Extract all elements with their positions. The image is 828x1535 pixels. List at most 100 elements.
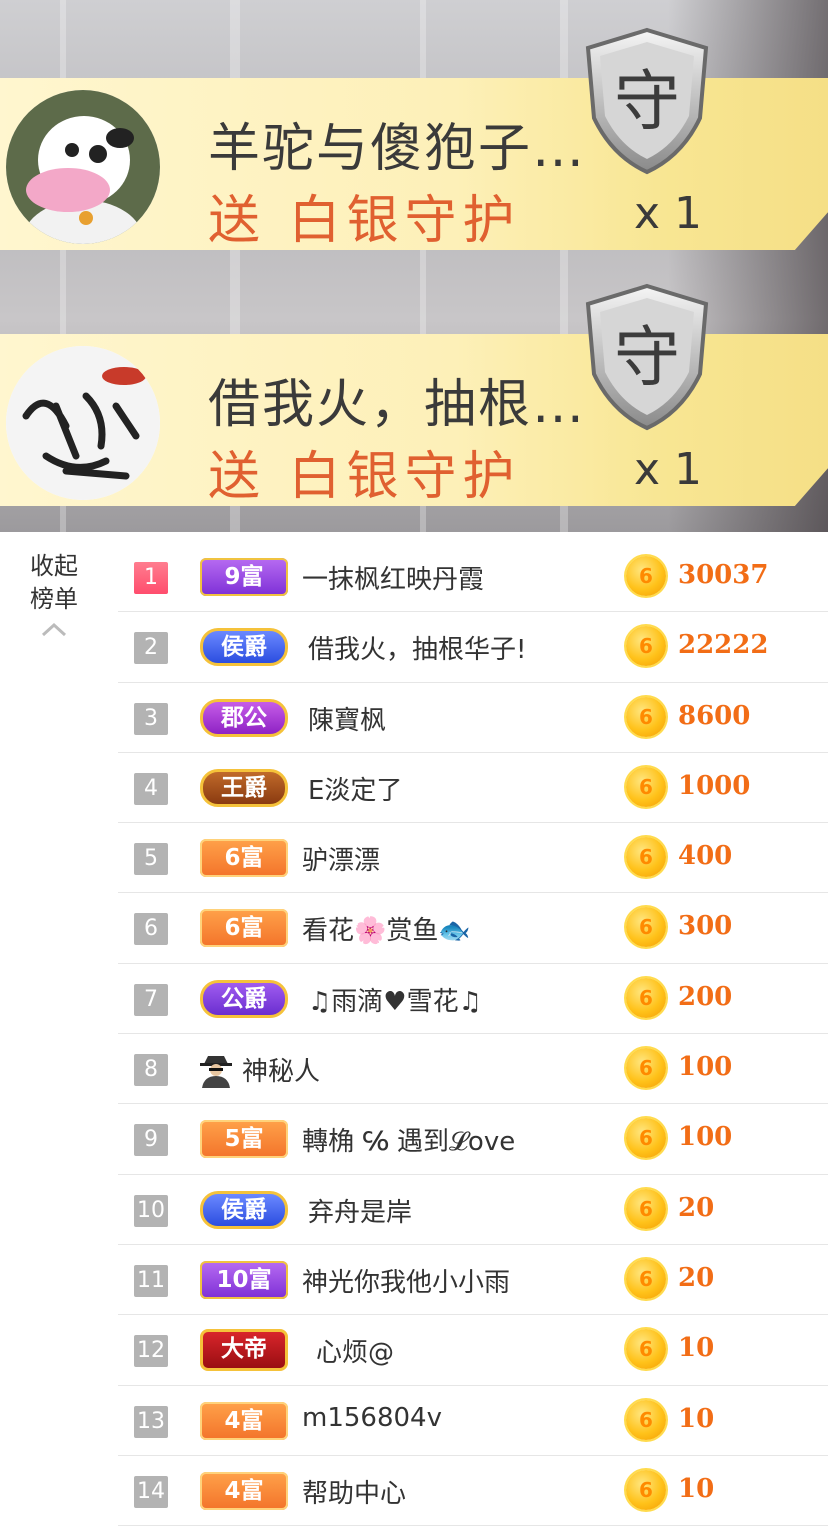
rank-number: 10 <box>134 1194 168 1227</box>
gift-description: 送 白银守护 <box>208 447 521 507</box>
rank-number: 5 <box>134 843 168 876</box>
coin-icon: 6 <box>626 1048 666 1089</box>
user-nickname[interactable]: 看花🌸赏鱼🐟 <box>302 910 471 947</box>
coin-icon: 6 <box>626 696 666 737</box>
ranking-row[interactable]: 10 侯爵 弃舟是岸 6 20 <box>118 1175 828 1245</box>
noble-badge: 公爵 <box>200 979 288 1018</box>
calligraphy-avatar[interactable] <box>6 346 160 500</box>
rank-number: 8 <box>134 1054 168 1087</box>
user-nickname[interactable]: m156804v <box>302 1403 442 1433</box>
rank-number: 13 <box>134 1405 168 1438</box>
silver-guard-shield-icon: 守 <box>585 283 709 431</box>
coin-icon: 6 <box>626 1118 666 1159</box>
wealth-level-badge: 4富 <box>200 1471 288 1510</box>
contribution-amount: 100 <box>678 1122 733 1153</box>
user-nickname[interactable]: ♫雨滴♥雪花♫ <box>308 981 482 1018</box>
coin-icon: 6 <box>626 1469 666 1510</box>
wealth-level-badge: 4富 <box>200 1401 288 1440</box>
coin-glyph: 6 <box>639 1056 653 1081</box>
coin-glyph: 6 <box>639 774 653 799</box>
user-nickname[interactable]: 陳寶枫 <box>308 700 386 737</box>
gift-count: x 1 <box>634 444 703 495</box>
ranking-row[interactable]: 14 4富 帮助中心 6 10 <box>118 1456 828 1527</box>
ranking-row[interactable]: 1 9富 一抹枫红映丹霞 6 30037 <box>118 542 828 613</box>
rank-number: 12 <box>134 1335 168 1368</box>
user-nickname[interactable]: E淡定了 <box>308 770 402 807</box>
coin-icon: 6 <box>626 1399 666 1440</box>
noble-badge: 侯爵 <box>200 628 288 667</box>
user-nickname[interactable]: 一抹枫红映丹霞 <box>302 559 484 596</box>
contribution-amount: 8600 <box>678 700 751 731</box>
cartoon-cow-avatar[interactable] <box>6 90 160 244</box>
coin-icon: 6 <box>626 977 666 1018</box>
user-nickname[interactable]: 心烦@ <box>316 1332 394 1369</box>
ranking-list: 1 9富 一抹枫红映丹霞 6 30037 2 侯爵 借我火，抽根华子! 6 22222 3 郡公 陳寶枫… <box>118 542 828 1527</box>
ranking-row[interactable]: 13 4富 m156804v 6 10 <box>118 1386 828 1456</box>
coin-glyph: 6 <box>639 1266 653 1291</box>
coin-icon: 6 <box>626 1258 666 1299</box>
rank-number: 2 <box>134 632 168 665</box>
coin-glyph: 6 <box>639 634 653 659</box>
coin-glyph: 6 <box>639 1126 653 1151</box>
noble-badge: 郡公 <box>200 698 288 737</box>
coin-glyph: 6 <box>639 1477 653 1502</box>
gift-sender-name: 羊驼与傻狍子… <box>208 119 587 179</box>
collapse-ranking-button[interactable]: 收起 榜单 <box>0 550 108 638</box>
ranking-row[interactable]: 5 6富 驴漂漂 6 400 <box>118 823 828 894</box>
coin-glyph: 6 <box>639 915 653 940</box>
user-nickname[interactable]: 神光你我他小小雨 <box>302 1262 510 1299</box>
coin-icon: 6 <box>626 626 666 667</box>
coin-glyph: 6 <box>639 704 653 729</box>
mystery-user-icon <box>200 1056 232 1089</box>
coin-glyph: 6 <box>639 845 653 870</box>
coin-icon: 6 <box>626 556 666 596</box>
rank-number: 6 <box>134 913 168 946</box>
contribution-amount: 22222 <box>678 630 769 661</box>
user-nickname[interactable]: 轉桷 ℅ 遇到𝓛ove <box>302 1121 515 1158</box>
contribution-amount: 10 <box>678 1333 715 1364</box>
ranking-row[interactable]: 12 大帝 心烦@ 6 10 <box>118 1315 828 1386</box>
contribution-amount: 1000 <box>678 770 751 801</box>
coin-icon: 6 <box>626 766 666 807</box>
contribution-amount: 20 <box>678 1192 715 1223</box>
silver-guard-shield-icon: 守 <box>585 27 709 175</box>
rank-number: 7 <box>134 983 168 1016</box>
coin-icon: 6 <box>626 1188 666 1229</box>
rank-number: 11 <box>134 1264 168 1297</box>
noble-badge: 侯爵 <box>200 1190 288 1229</box>
coin-icon: 6 <box>626 1329 666 1370</box>
ranking-row[interactable]: 7 公爵 ♫雨滴♥雪花♫ 6 200 <box>118 964 828 1035</box>
gift-banner: 借我火，抽根… 送 白银守护 守 x 1 <box>0 283 828 507</box>
wealth-level-badge: 10富 <box>200 1260 288 1299</box>
user-nickname[interactable]: 借我火，抽根华子! <box>308 629 526 666</box>
coin-glyph: 6 <box>639 1407 653 1432</box>
user-nickname[interactable]: 弃舟是岸 <box>308 1192 412 1229</box>
collapse-label-line2: 榜单 <box>30 585 78 613</box>
coin-glyph: 6 <box>639 985 653 1010</box>
wealth-level-badge: 9富 <box>200 558 288 596</box>
noble-badge: 王爵 <box>200 768 288 807</box>
gift-banner: 羊驼与傻狍子… 送 白银守护 守 x 1 <box>0 27 828 251</box>
rank-number: 9 <box>134 1124 168 1157</box>
svg-text:守: 守 <box>614 319 680 396</box>
user-nickname[interactable]: 神秘人 <box>242 1051 320 1088</box>
gift-sender-name: 借我火，抽根… <box>208 375 587 435</box>
coin-glyph: 6 <box>639 1337 653 1362</box>
user-nickname[interactable]: 驴漂漂 <box>302 840 380 877</box>
contribution-amount: 200 <box>678 981 733 1012</box>
coin-icon: 6 <box>626 837 666 878</box>
collapse-label-line1: 收起 <box>30 552 78 580</box>
contribution-amount: 30037 <box>678 560 769 590</box>
user-nickname[interactable]: 帮助中心 <box>302 1473 406 1510</box>
ranking-row[interactable]: 2 侯爵 借我火，抽根华子! 6 22222 <box>118 612 828 683</box>
ranking-row[interactable]: 8 神秘人 6 100 <box>118 1034 828 1105</box>
ranking-row[interactable]: 9 5富 轉桷 ℅ 遇到𝓛ove 6 100 <box>118 1104 828 1175</box>
contribution-amount: 400 <box>678 841 733 872</box>
ranking-row[interactable]: 11 10富 神光你我他小小雨 6 20 <box>118 1245 828 1316</box>
rank-number: 3 <box>134 702 168 735</box>
contribution-amount: 20 <box>678 1262 715 1293</box>
rank-number: 14 <box>134 1475 168 1508</box>
ranking-row[interactable]: 6 6富 看花🌸赏鱼🐟 6 300 <box>118 893 828 964</box>
ranking-row[interactable]: 3 郡公 陳寶枫 6 8600 <box>118 683 828 753</box>
ranking-row[interactable]: 4 王爵 E淡定了 6 1000 <box>118 753 828 824</box>
